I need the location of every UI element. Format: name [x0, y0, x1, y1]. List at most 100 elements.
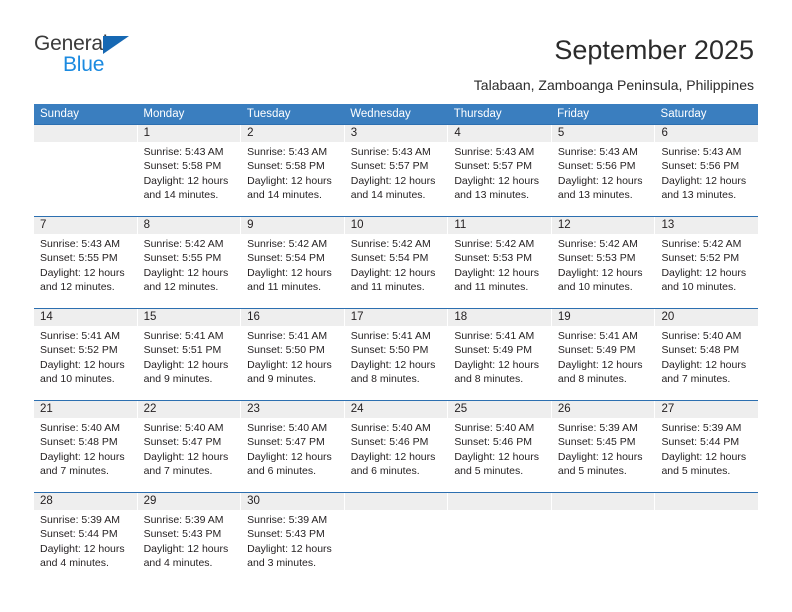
day-cell[interactable]: 7 Sunrise: 5:43 AM Sunset: 5:55 PM Dayli… — [34, 217, 138, 308]
day-cell[interactable] — [448, 493, 552, 584]
sunrise-text: Sunrise: 5:42 AM — [557, 238, 638, 250]
sunrise-text: Sunrise: 5:39 AM — [143, 514, 224, 526]
daylight-text: Daylight: 12 hours and 3 minutes. — [247, 542, 332, 569]
sunset-text: Sunset: 5:55 PM — [40, 252, 118, 265]
day-cell[interactable]: 19 Sunrise: 5:41 AM Sunset: 5:49 PM Dayl… — [551, 309, 656, 400]
day-cell[interactable]: 16 Sunrise: 5:41 AM Sunset: 5:50 PM Dayl… — [241, 309, 345, 400]
day-cell[interactable] — [551, 493, 656, 584]
weekday-header-thursday: Thursday — [453, 108, 502, 120]
sunset-text: Sunset: 5:49 PM — [557, 344, 636, 357]
day-number: 7 — [34, 217, 137, 234]
day-cell[interactable]: 9 Sunrise: 5:42 AM Sunset: 5:54 PM Dayli… — [241, 217, 345, 308]
day-number: 18 — [448, 309, 551, 326]
daylight-text: Daylight: 12 hours and 7 minutes. — [40, 450, 125, 477]
day-cell[interactable]: 23 Sunrise: 5:40 AM Sunset: 5:47 PM Dayl… — [241, 401, 345, 492]
day-info: Sunrise: 5:40 AM Sunset: 5:48 PM Dayligh… — [34, 418, 137, 478]
day-number: 6 — [655, 125, 759, 142]
calendar-grid: Sunday Monday Tuesday Wednesday Thursday… — [34, 104, 759, 584]
day-info: Sunrise: 5:42 AM Sunset: 5:53 PM Dayligh… — [552, 234, 655, 294]
weekday-header-tuesday: Tuesday — [246, 108, 291, 120]
daylight-text: Daylight: 12 hours and 13 minutes. — [454, 174, 539, 201]
day-cell[interactable]: 18 Sunrise: 5:41 AM Sunset: 5:49 PM Dayl… — [448, 309, 552, 400]
day-number: 27 — [655, 401, 759, 418]
sunrise-text: Sunrise: 5:40 AM — [40, 422, 120, 434]
daylight-text: Daylight: 12 hours and 8 minutes. — [350, 358, 436, 385]
day-number: 28 — [34, 493, 137, 510]
day-cell[interactable]: 21 Sunrise: 5:40 AM Sunset: 5:48 PM Dayl… — [34, 401, 138, 492]
day-info: Sunrise: 5:43 AM Sunset: 5:56 PM Dayligh… — [552, 142, 655, 202]
day-info: Sunrise: 5:40 AM Sunset: 5:46 PM Dayligh… — [345, 418, 448, 478]
day-info: Sunrise: 5:41 AM Sunset: 5:51 PM Dayligh… — [138, 326, 241, 386]
day-cell[interactable] — [34, 125, 138, 216]
sunset-text: Sunset: 5:44 PM — [40, 528, 118, 541]
day-cell[interactable]: 5 Sunrise: 5:43 AM Sunset: 5:56 PM Dayli… — [551, 125, 656, 216]
day-number — [655, 493, 759, 510]
day-cell[interactable]: 26 Sunrise: 5:39 AM Sunset: 5:45 PM Dayl… — [551, 401, 656, 492]
sunrise-text: Sunrise: 5:43 AM — [143, 146, 224, 158]
day-number: 15 — [137, 309, 241, 326]
day-cell[interactable]: 10 Sunrise: 5:42 AM Sunset: 5:54 PM Dayl… — [344, 217, 449, 308]
daylight-text: Daylight: 12 hours and 7 minutes. — [143, 450, 229, 477]
day-number: 3 — [344, 125, 448, 142]
sunset-text: Sunset: 5:54 PM — [350, 252, 429, 265]
sunrise-text: Sunrise: 5:43 AM — [40, 238, 120, 250]
day-info: Sunrise: 5:39 AM Sunset: 5:45 PM Dayligh… — [552, 418, 655, 478]
day-cell[interactable]: 11 Sunrise: 5:42 AM Sunset: 5:53 PM Dayl… — [448, 217, 552, 308]
sunrise-text: Sunrise: 5:43 AM — [350, 146, 431, 158]
page-subtitle: Talabaan, Zamboanga Peninsula, Philippin… — [473, 77, 754, 93]
logo-triangle-icon — [103, 36, 129, 54]
day-cell[interactable]: 1 Sunrise: 5:43 AM Sunset: 5:58 PM Dayli… — [137, 125, 242, 216]
day-cell[interactable]: 28 Sunrise: 5:39 AM Sunset: 5:44 PM Dayl… — [34, 493, 138, 584]
sunrise-text: Sunrise: 5:43 AM — [247, 146, 328, 158]
sunrise-text: Sunrise: 5:42 AM — [247, 238, 328, 250]
day-number: 16 — [241, 309, 344, 326]
day-info: Sunrise: 5:42 AM Sunset: 5:52 PM Dayligh… — [655, 234, 758, 294]
day-cell[interactable]: 30 Sunrise: 5:39 AM Sunset: 5:43 PM Dayl… — [241, 493, 345, 584]
day-cell[interactable]: 14 Sunrise: 5:41 AM Sunset: 5:52 PM Dayl… — [34, 309, 138, 400]
day-cell[interactable] — [655, 493, 759, 584]
day-cell[interactable]: 24 Sunrise: 5:40 AM Sunset: 5:46 PM Dayl… — [344, 401, 449, 492]
day-cell[interactable]: 4 Sunrise: 5:43 AM Sunset: 5:57 PM Dayli… — [448, 125, 552, 216]
daylight-text: Daylight: 12 hours and 14 minutes. — [247, 174, 332, 201]
day-cell[interactable]: 6 Sunrise: 5:43 AM Sunset: 5:56 PM Dayli… — [655, 125, 759, 216]
logo-text-blue: Blue — [63, 53, 105, 76]
day-info — [655, 510, 758, 513]
sunrise-text: Sunrise: 5:40 AM — [247, 422, 328, 434]
day-cell[interactable]: 27 Sunrise: 5:39 AM Sunset: 5:44 PM Dayl… — [655, 401, 759, 492]
day-info: Sunrise: 5:40 AM Sunset: 5:46 PM Dayligh… — [448, 418, 551, 478]
sunset-text: Sunset: 5:58 PM — [247, 160, 325, 173]
day-info: Sunrise: 5:40 AM Sunset: 5:47 PM Dayligh… — [241, 418, 344, 478]
weekday-header-sunday: Sunday — [40, 108, 80, 120]
sunrise-text: Sunrise: 5:43 AM — [661, 146, 742, 158]
sunrise-text: Sunrise: 5:43 AM — [454, 146, 535, 158]
day-cell[interactable]: 20 Sunrise: 5:40 AM Sunset: 5:48 PM Dayl… — [655, 309, 759, 400]
day-number: 8 — [137, 217, 241, 234]
day-cell[interactable]: 2 Sunrise: 5:43 AM Sunset: 5:58 PM Dayli… — [241, 125, 345, 216]
day-cell[interactable] — [344, 493, 449, 584]
sunrise-text: Sunrise: 5:39 AM — [661, 422, 742, 434]
day-cell[interactable]: 22 Sunrise: 5:40 AM Sunset: 5:47 PM Dayl… — [137, 401, 242, 492]
day-number: 17 — [344, 309, 448, 326]
day-info: Sunrise: 5:43 AM Sunset: 5:57 PM Dayligh… — [345, 142, 448, 202]
day-cell[interactable]: 3 Sunrise: 5:43 AM Sunset: 5:57 PM Dayli… — [344, 125, 449, 216]
sunrise-text: Sunrise: 5:41 AM — [40, 330, 120, 342]
daylight-text: Daylight: 12 hours and 14 minutes. — [143, 174, 229, 201]
day-cell[interactable]: 25 Sunrise: 5:40 AM Sunset: 5:46 PM Dayl… — [448, 401, 552, 492]
day-number: 4 — [448, 125, 551, 142]
sunset-text: Sunset: 5:53 PM — [454, 252, 532, 265]
sunrise-text: Sunrise: 5:40 AM — [350, 422, 431, 434]
day-cell[interactable]: 8 Sunrise: 5:42 AM Sunset: 5:55 PM Dayli… — [137, 217, 242, 308]
day-cell[interactable]: 15 Sunrise: 5:41 AM Sunset: 5:51 PM Dayl… — [137, 309, 242, 400]
day-info: Sunrise: 5:42 AM Sunset: 5:54 PM Dayligh… — [241, 234, 344, 294]
daylight-text: Daylight: 12 hours and 9 minutes. — [247, 358, 332, 385]
day-cell[interactable]: 12 Sunrise: 5:42 AM Sunset: 5:53 PM Dayl… — [551, 217, 656, 308]
day-cell[interactable]: 17 Sunrise: 5:41 AM Sunset: 5:50 PM Dayl… — [344, 309, 449, 400]
day-number: 23 — [241, 401, 344, 418]
day-cell[interactable]: 29 Sunrise: 5:39 AM Sunset: 5:43 PM Dayl… — [137, 493, 242, 584]
day-number: 9 — [241, 217, 344, 234]
day-cell[interactable]: 13 Sunrise: 5:42 AM Sunset: 5:52 PM Dayl… — [655, 217, 759, 308]
daylight-text: Daylight: 12 hours and 12 minutes. — [143, 266, 229, 293]
day-number: 14 — [34, 309, 137, 326]
daylight-text: Daylight: 12 hours and 13 minutes. — [661, 174, 747, 201]
daylight-text: Daylight: 12 hours and 10 minutes. — [40, 358, 125, 385]
